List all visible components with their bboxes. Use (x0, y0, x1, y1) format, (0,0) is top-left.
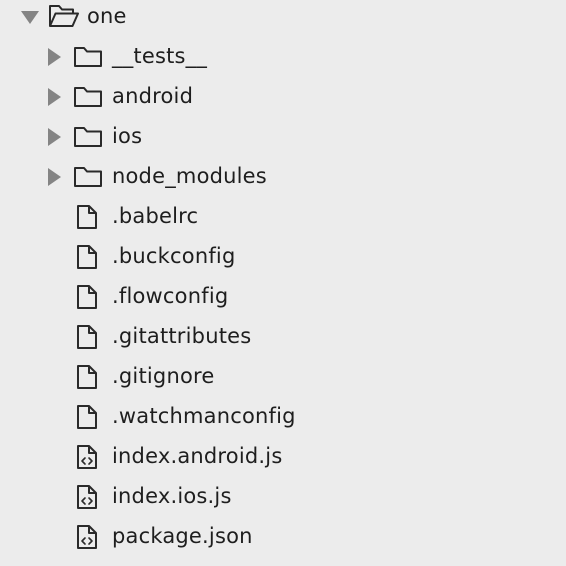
tree-item-label: .babelrc (112, 204, 199, 228)
tree-folder-row-android[interactable]: android (0, 77, 566, 117)
tree-item-label: index.android.js (112, 444, 283, 468)
tree-item-label: node_modules (112, 164, 267, 188)
tree-file-row-buckconfig[interactable]: .buckconfig (0, 237, 566, 277)
chevron-right-icon[interactable] (44, 127, 64, 147)
chevron-right-icon[interactable] (44, 167, 64, 187)
tree-item-label: .flowconfig (112, 284, 229, 308)
code-file-icon (76, 484, 98, 510)
file-icon (76, 364, 98, 390)
folder-icon (73, 85, 103, 109)
tree-item-label: .gitattributes (112, 324, 252, 348)
tree-file-row-index-ios-js[interactable]: index.ios.js (0, 477, 566, 517)
folder-icon (73, 45, 103, 69)
chevron-right-icon[interactable] (44, 47, 64, 67)
tree-item-label: index.ios.js (112, 484, 232, 508)
tree-file-row-gitignore[interactable]: .gitignore (0, 357, 566, 397)
tree-item-label: package.json (112, 524, 253, 548)
tree-item-label: .gitignore (112, 364, 215, 388)
code-file-icon (76, 444, 98, 470)
tree-item-label: .buckconfig (112, 244, 236, 268)
file-icon (76, 284, 98, 310)
file-icon (76, 324, 98, 350)
tree-item-label: __tests__ (112, 44, 208, 68)
file-icon (76, 244, 98, 270)
code-file-icon (76, 524, 98, 550)
tree-file-row-flowconfig[interactable]: .flowconfig (0, 277, 566, 317)
file-tree: one __tests__android ios node_modules .babe… (0, 0, 566, 566)
tree-file-row-index-android-js[interactable]: index.android.js (0, 437, 566, 477)
chevron-down-icon[interactable] (20, 7, 40, 27)
tree-folder-row-tests[interactable]: __tests__ (0, 37, 566, 77)
tree-folder-row-ios[interactable]: ios (0, 117, 566, 157)
file-icon (76, 204, 98, 230)
tree-root-folder[interactable]: one (0, 0, 566, 37)
tree-item-label: ios (112, 124, 143, 148)
tree-file-row-watchmanconfig[interactable]: .watchmanconfig (0, 397, 566, 437)
tree-root-label: one (87, 4, 127, 28)
tree-file-row-package-json[interactable]: package.json (0, 517, 566, 557)
tree-file-row-babelrc[interactable]: .babelrc (0, 197, 566, 237)
tree-item-label: android (112, 84, 194, 108)
tree-item-label: .watchmanconfig (112, 404, 296, 428)
folder-icon (73, 125, 103, 149)
file-icon (76, 404, 98, 430)
chevron-right-icon[interactable] (44, 87, 64, 107)
tree-folder-row-node-modules[interactable]: node_modules (0, 157, 566, 197)
folder-icon (73, 165, 103, 189)
folder-open-icon (48, 3, 80, 29)
tree-file-row-gitattributes[interactable]: .gitattributes (0, 317, 566, 357)
